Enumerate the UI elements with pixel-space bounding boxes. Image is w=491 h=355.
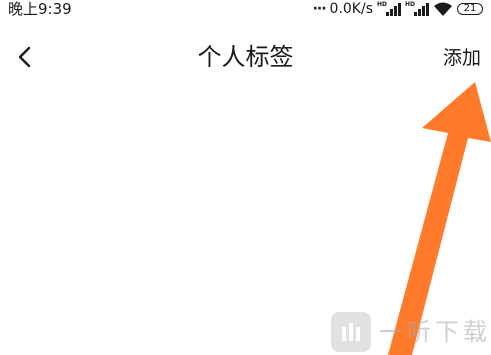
network-activity-icon: ··· bbox=[312, 1, 327, 17]
phone-screen: 晚上9:39 ··· 0.0K/s HD HD 21 个人标签 添加 一听下载 bbox=[0, 0, 491, 355]
add-button[interactable]: 添加 bbox=[443, 44, 481, 72]
battery-icon: 21 bbox=[457, 3, 483, 15]
status-bar: 晚上9:39 ··· 0.0K/s HD HD 21 bbox=[0, 0, 491, 22]
status-time: 晚上9:39 bbox=[8, 0, 72, 18]
watermark: 一听下载 bbox=[331, 310, 491, 354]
battery-level: 21 bbox=[463, 3, 477, 14]
wifi-icon bbox=[434, 2, 452, 16]
status-indicators: ··· 0.0K/s HD HD 21 bbox=[313, 0, 483, 18]
watermark-logo-icon bbox=[331, 312, 371, 352]
watermark-text: 一听下载 bbox=[379, 318, 491, 346]
signal-icon: HD bbox=[377, 1, 401, 17]
network-speed: 0.0K/s bbox=[329, 1, 373, 17]
signal-icon: HD bbox=[405, 1, 429, 17]
page-title: 个人标签 bbox=[197, 43, 294, 71]
nav-bar: 个人标签 添加 bbox=[0, 30, 491, 86]
